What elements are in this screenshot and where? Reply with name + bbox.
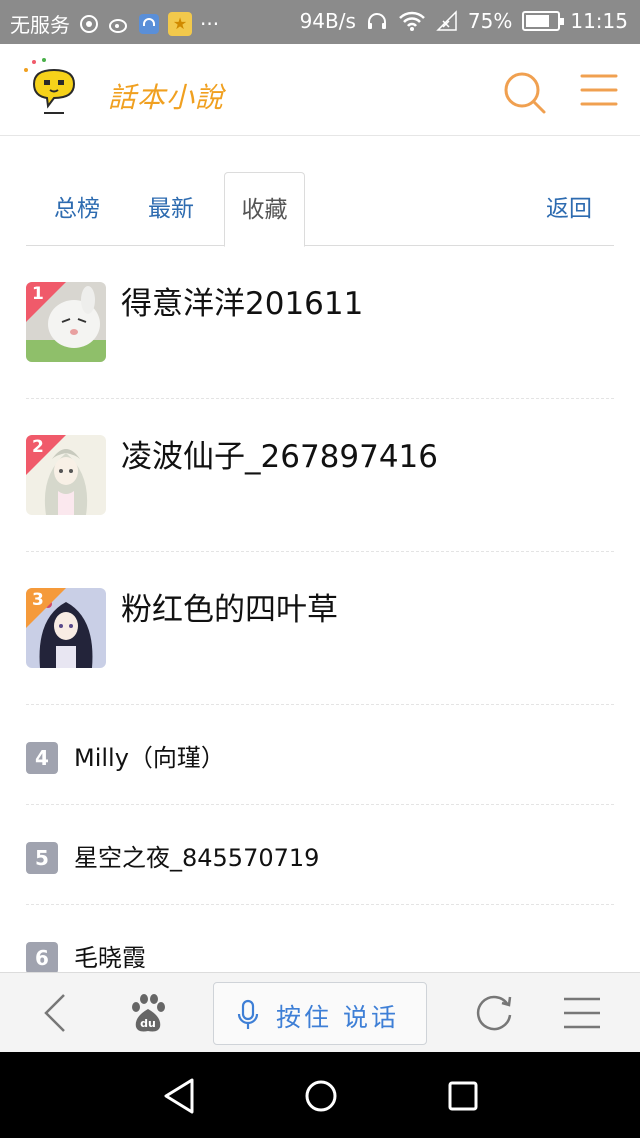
avatar[interactable]: 3	[26, 588, 106, 668]
voice-button-label: 按住 说话	[276, 1003, 399, 1032]
ranking-list: 1 得意洋洋201611 2 凌波仙子_267897416 3 粉红色的四叶草 …	[26, 246, 614, 1005]
tab-favorites[interactable]: 收藏	[224, 172, 305, 247]
nav-back-icon[interactable]	[158, 1074, 202, 1118]
rank-number: 2	[32, 437, 44, 457]
more-notifications-icon: ···	[200, 11, 220, 36]
rank-badge: 4	[26, 742, 58, 774]
microphone-icon	[237, 999, 259, 1029]
list-item[interactable]: 5 星空之夜_845570719	[26, 805, 614, 905]
list-item[interactable]: 4 Milly（向瑾）	[26, 705, 614, 805]
voice-search-button[interactable]: 按住 说话	[213, 982, 427, 1045]
menu-icon[interactable]	[580, 70, 618, 110]
rank-badge: 5	[26, 842, 58, 874]
network-speed: 94B/s	[299, 9, 356, 33]
headset-app-icon	[139, 13, 159, 34]
user-name[interactable]: 星空之夜_845570719	[74, 842, 319, 874]
carrier-text: 无服务	[10, 13, 70, 37]
back-link[interactable]: 返回	[536, 172, 602, 246]
rank-badge: 6	[26, 942, 58, 974]
logo-face-icon	[24, 58, 76, 114]
user-name[interactable]: Milly（向瑾）	[74, 742, 225, 774]
tab-latest[interactable]: 最新	[138, 172, 204, 246]
battery-percent: 75%	[467, 9, 513, 33]
nav-recents-icon[interactable]	[441, 1074, 485, 1118]
avatar[interactable]: 2	[26, 435, 106, 515]
user-name[interactable]: 凌波仙子_267897416	[121, 431, 438, 476]
baidu-paw-icon[interactable]: du	[126, 991, 170, 1035]
rank-number: 1	[32, 284, 44, 304]
user-name[interactable]: 得意洋洋201611	[121, 278, 363, 323]
status-bar: 无服务 ★ ··· 94B/s 75% 11:15	[0, 0, 640, 44]
wifi-icon	[399, 11, 425, 31]
list-item[interactable]: 1 得意洋洋201611	[26, 246, 614, 399]
back-arrow-icon[interactable]	[34, 991, 78, 1035]
site-logo[interactable]: 話本小說	[20, 56, 230, 122]
weibo-icon	[109, 18, 127, 33]
battery-icon	[522, 11, 565, 31]
clock: 11:15	[570, 9, 628, 33]
system-nav-bar	[0, 1052, 640, 1138]
headphones-icon	[367, 13, 386, 29]
baidu-du-text: du	[140, 1017, 156, 1030]
notification-icon	[80, 14, 98, 33]
user-name[interactable]: 毛晓霞	[74, 942, 146, 974]
avatar[interactable]: 1	[26, 282, 106, 362]
star-app-icon: ★	[168, 11, 192, 36]
logo-text: 話本小說	[108, 81, 225, 114]
search-icon[interactable]	[500, 68, 548, 116]
nav-home-icon[interactable]	[299, 1074, 343, 1118]
refresh-icon[interactable]	[472, 991, 516, 1035]
user-name[interactable]: 粉红色的四叶草	[121, 584, 338, 629]
site-header: 話本小說	[0, 44, 640, 136]
list-item[interactable]: 3 粉红色的四叶草	[26, 552, 614, 705]
rank-number: 3	[32, 590, 44, 610]
browser-toolbar: du 按住 说话	[0, 972, 640, 1052]
list-item[interactable]: 2 凌波仙子_267897416	[26, 399, 614, 552]
ranking-tabs: 总榜 最新 收藏 返回	[26, 172, 614, 247]
no-signal-icon	[436, 10, 457, 31]
browser-menu-icon[interactable]	[560, 991, 604, 1035]
tab-overall[interactable]: 总榜	[44, 172, 110, 246]
